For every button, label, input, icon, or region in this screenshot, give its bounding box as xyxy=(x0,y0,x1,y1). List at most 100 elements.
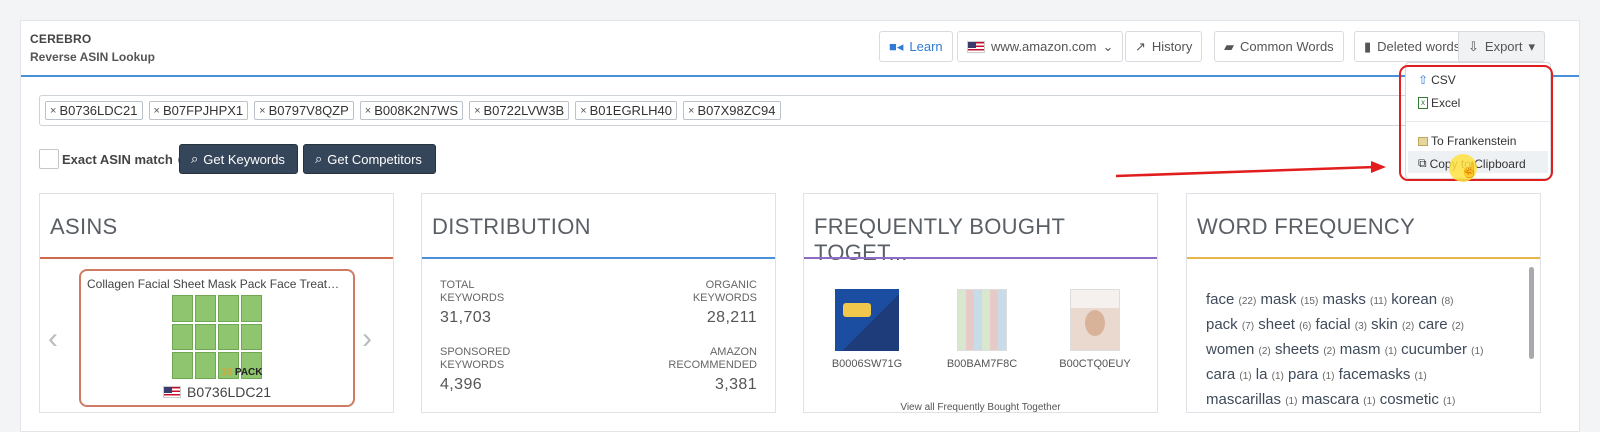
word[interactable]: sheet xyxy=(1258,316,1295,333)
product-asin: B0736LDC21 xyxy=(163,384,271,400)
word[interactable]: masks xyxy=(1322,291,1365,308)
word-count: (11) xyxy=(1370,296,1388,307)
frequently-bought-card: FREQUENTLY BOUGHT TOGET... B0006SW71G B0… xyxy=(803,193,1158,413)
search-icon: ⌕ xyxy=(315,151,323,166)
app-subtitle: Reverse ASIN Lookup xyxy=(30,50,155,64)
deleted-words-button[interactable]: ▮ Deleted words xyxy=(1354,31,1471,62)
word[interactable]: cara xyxy=(1206,366,1235,383)
export-label: Export xyxy=(1484,39,1523,54)
asin-tag[interactable]: × B07X98ZC94 xyxy=(683,101,781,120)
fbt-rule xyxy=(804,257,1157,259)
remove-tag-icon[interactable]: × xyxy=(259,105,265,117)
remove-tag-icon[interactable]: × xyxy=(474,105,480,117)
word[interactable]: care xyxy=(1418,316,1447,333)
word[interactable]: face xyxy=(1206,291,1234,308)
asin-input[interactable]: × B0736LDC21 × B07FPJHPX1 × B0797V8QZP × B00… xyxy=(39,95,1409,126)
remove-tag-icon[interactable]: × xyxy=(688,105,694,117)
word-count: (8) xyxy=(1441,296,1454,307)
mask-cell xyxy=(172,323,193,351)
word[interactable]: sheets xyxy=(1275,341,1319,358)
word-frequency-scrollbar[interactable] xyxy=(1529,267,1534,359)
word-count: (1) xyxy=(1271,371,1284,382)
get-keywords-label: Get Keywords xyxy=(203,151,285,167)
word-count: (1) xyxy=(1363,396,1376,407)
distribution-card: DISTRIBUTION TOTAL KEYWORDS 31,703 ORGAN… xyxy=(421,193,776,413)
fbt-item[interactable]: B0006SW71G xyxy=(822,289,912,370)
word-count: (1) xyxy=(1285,396,1298,407)
word[interactable]: masm xyxy=(1340,341,1381,358)
stat-label: KEYWORDS xyxy=(440,359,505,371)
word-line: mascarillas (1) mascara (1) cosmetic (1) xyxy=(1206,391,1521,408)
mask-cell xyxy=(195,323,216,351)
distribution-title: DISTRIBUTION xyxy=(432,214,591,239)
asin-tag[interactable]: × B0722LVW3B xyxy=(469,101,570,120)
next-arrow-icon[interactable]: › xyxy=(362,324,384,354)
previous-arrow-icon[interactable]: ‹ xyxy=(48,324,70,354)
get-competitors-button[interactable]: ⌕ Get Competitors xyxy=(303,144,436,174)
exact-match-text: Exact ASIN match xyxy=(62,152,173,167)
word[interactable]: pack xyxy=(1206,316,1238,333)
word-line: cara (1) la (1) para (1) facemasks (1) xyxy=(1206,366,1521,383)
us-flag-icon xyxy=(163,386,181,398)
remove-tag-icon[interactable]: × xyxy=(154,105,160,117)
remove-tag-icon[interactable]: × xyxy=(365,105,371,117)
word-frequency-rule xyxy=(1187,257,1540,259)
asins-rule xyxy=(40,257,393,259)
word-count: (2) xyxy=(1258,346,1271,357)
word[interactable]: women xyxy=(1206,341,1254,358)
remove-tag-icon[interactable]: × xyxy=(50,105,56,117)
word[interactable]: cosmetic xyxy=(1380,391,1439,408)
asins-title: ASINS xyxy=(50,214,118,239)
common-words-button[interactable]: ▰ Common Words xyxy=(1214,31,1344,62)
sponsored-keywords-stat: SPONSORED KEYWORDS 4,396 xyxy=(440,346,511,393)
mask-cell xyxy=(241,295,262,322)
mask-cell xyxy=(172,295,193,322)
marketplace-select[interactable]: www.amazon.com ⌄ xyxy=(957,31,1124,62)
mask-cell xyxy=(218,295,239,322)
word[interactable]: cucumber xyxy=(1401,341,1467,358)
caret-down-icon: ▾ xyxy=(1528,38,1536,54)
stat-label: TOTAL xyxy=(440,279,475,291)
view-all-fbt-link[interactable]: View all Frequently Bought Together xyxy=(804,402,1157,413)
fbt-item[interactable]: B00CTQ0EUY xyxy=(1050,289,1140,370)
history-button[interactable]: ↗ History xyxy=(1125,31,1203,62)
pack-text: PACK xyxy=(234,367,263,378)
remove-tag-icon[interactable]: × xyxy=(580,105,586,117)
export-button[interactable]: ⇩ Export ▾ xyxy=(1458,31,1546,62)
product-thumbnail xyxy=(1070,289,1120,351)
product-card[interactable]: Collagen Facial Sheet Mask Pack Face Tre… xyxy=(79,269,355,407)
word[interactable]: para xyxy=(1288,366,1318,383)
asin-tag-label: B07X98ZC94 xyxy=(697,103,776,118)
word[interactable]: mascarillas xyxy=(1206,391,1281,408)
word-count: (1) xyxy=(1471,346,1484,357)
exact-match-checkbox[interactable] xyxy=(39,149,59,169)
word-count: (15) xyxy=(1300,296,1319,307)
word[interactable]: facemasks xyxy=(1339,366,1411,383)
asin-tag-label: B008K2N7WS xyxy=(374,103,459,118)
asin-tag[interactable]: × B01EGRLH40 xyxy=(575,101,678,120)
stat-label: RECOMMENDED xyxy=(668,359,757,371)
asin-tag-label: B0736LDC21 xyxy=(59,103,138,118)
asin-tag[interactable]: × B0736LDC21 xyxy=(45,101,143,120)
word[interactable]: la xyxy=(1256,366,1268,383)
word-count: (2) xyxy=(1323,346,1336,357)
word[interactable]: skin xyxy=(1371,316,1398,333)
asin-tag[interactable]: × B008K2N7WS xyxy=(359,101,464,120)
word-count: (1) xyxy=(1414,371,1427,382)
mask-cell xyxy=(195,352,216,379)
asin-tag-label: B0797V8QZP xyxy=(268,103,349,118)
learn-button[interactable]: ■◂ Learn xyxy=(879,31,953,62)
word[interactable]: korean xyxy=(1391,291,1437,308)
stat-label: KEYWORDS xyxy=(692,292,757,304)
word-count: (22) xyxy=(1238,296,1257,307)
word[interactable]: facial xyxy=(1316,316,1351,333)
get-keywords-button[interactable]: ⌕ Get Keywords xyxy=(179,144,298,174)
stat-label: SPONSORED xyxy=(440,346,511,358)
fbt-item[interactable]: B00BAM7F8C xyxy=(937,289,1027,370)
asin-tag[interactable]: × B0797V8QZP xyxy=(254,101,354,120)
word[interactable]: mascara xyxy=(1302,391,1360,408)
word-count: (2) xyxy=(1402,321,1415,332)
asin-tag[interactable]: × B07FPJHPX1 xyxy=(148,101,249,120)
word[interactable]: mask xyxy=(1261,291,1297,308)
mask-cell xyxy=(218,323,239,351)
